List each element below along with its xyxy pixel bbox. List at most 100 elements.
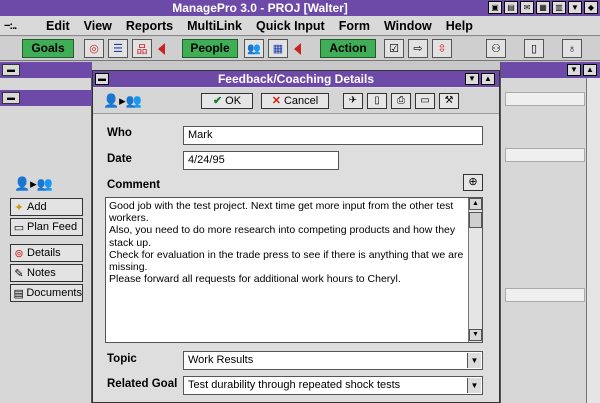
checklist-icon[interactable]: ☑ [384,39,404,58]
comment-line: Good job with the test project. Next tim… [109,200,454,212]
checkmark-icon: ✔ [212,95,223,107]
people-icon[interactable]: 👥 [244,39,264,58]
scroll-up-icon[interactable]: ▲ [469,198,482,210]
card-icon[interactable]: ▭ [415,93,435,109]
add-button[interactable]: ✦ Add [10,198,83,216]
background-field [505,288,585,302]
right-window-maximize-icon[interactable]: ▲ [583,64,597,76]
lightbulb-icon[interactable]: ♁ [562,39,582,58]
comment-line: stack up. [109,236,152,249]
scroll-down-icon[interactable]: ▼ [469,329,482,341]
person-alert-icon[interactable]: ⚇ [486,39,506,58]
menu-view[interactable]: View [84,19,112,33]
document-icon[interactable]: ▯ [367,93,387,109]
pin-icon[interactable]: ✈ [343,93,363,109]
comment-line: Please forward all requests for addition… [109,273,401,286]
comment-line: Check for evaluation in the trade press … [109,248,464,261]
ok-button-label: OK [225,95,242,107]
zoom-icon[interactable]: ⊕ [463,174,483,191]
left-window-control-icon[interactable]: ▬ [2,64,20,76]
tray-icon-3[interactable]: ✉ [520,1,534,14]
left-people-window: ▬ ▬ 👤▸👥 ✦ Add ▭ Plan Feed ⊚ Details ✎ No… [0,62,92,403]
date-label: Date [107,153,132,165]
comment-label: Comment [107,179,161,191]
goals-prev-arrow-icon[interactable] [158,43,165,55]
date-field[interactable]: 4/24/95 [183,151,339,170]
cancel-button[interactable]: ✕ Cancel [261,93,329,109]
dialog-minimize-icon[interactable]: ▼ [465,73,479,85]
scroll-thumb[interactable] [469,212,482,228]
menu-bar: −:.. Edit View Reports MultiLink Quick I… [0,16,600,36]
menu-edit[interactable]: Edit [46,19,70,33]
add-button-label: Add [27,201,47,213]
details-icon: ⊚ [14,247,24,260]
goals-group-button[interactable]: Goals [22,39,74,58]
tray-icon-5[interactable]: ▥ [552,1,566,14]
right-background-window: ▼ ▲ [500,62,600,403]
plan-feed-button[interactable]: ▭ Plan Feed [10,218,83,236]
tray-icon-4[interactable]: ▦ [536,1,550,14]
comment-scrollbar[interactable]: ▲ ▼ [468,198,482,342]
left-subwindow-control-icon[interactable]: ▬ [2,92,20,104]
plan-feed-icon: ▭ [13,221,25,234]
right-window-minimize-icon[interactable]: ▼ [567,64,581,76]
plan-feed-button-label: Plan Feed [27,221,78,233]
notes-button[interactable]: ✎ Notes [10,264,83,282]
target-icon[interactable]: ◎ [84,39,104,58]
dialog-toolbar: 👤▸👥 ✔ OK ✕ Cancel ✈ ▯ ⎙ ▭ ⚒ [93,88,499,114]
menu-multilink[interactable]: MultiLink [187,19,242,33]
save-icon[interactable]: ▯ [524,39,544,58]
hierarchy-icon[interactable]: 品 [132,39,152,58]
topic-dropdown-arrow-icon[interactable]: ▼ [467,353,481,368]
related-goal-label: Related Goal [107,378,178,390]
menu-reports[interactable]: Reports [126,19,173,33]
tools-icon[interactable]: ⚒ [439,93,459,109]
notes-button-label: Notes [27,267,56,279]
split-icon[interactable]: ⇳ [432,39,452,58]
right-window-scrollbar[interactable] [586,78,600,403]
menu-quick-input[interactable]: Quick Input [256,19,325,33]
restore-icon[interactable]: ◆ [584,1,598,14]
topic-dropdown[interactable]: Work Results ▼ [183,351,483,370]
people-link-icon: 👤▸👥 [103,93,142,108]
menu-form[interactable]: Form [339,19,370,33]
people-prev-arrow-icon[interactable] [294,43,301,55]
x-icon: ✕ [271,95,281,107]
topic-label: Topic [107,353,137,365]
forward-doc-icon[interactable]: ⇨ [408,39,428,58]
minimize-icon[interactable]: ▼ [568,1,582,14]
documents-button-label: Documents [26,287,82,299]
title-bar-icons: ▣ ▤ ✉ ▦ ▥ ▼ ◆ [488,1,598,14]
people-grid-icon[interactable]: ▦ [268,39,288,58]
list-icon[interactable]: ☰ [108,39,128,58]
related-goal-dropdown-arrow-icon[interactable]: ▼ [467,378,481,393]
right-window-title-bar: ▼ ▲ [501,62,600,78]
print-icon[interactable]: ⎙ [391,93,411,109]
details-button[interactable]: ⊚ Details [10,244,83,262]
notes-icon: ✎ [14,267,24,280]
action-group-button[interactable]: Action [320,39,376,58]
system-menu-icon[interactable]: −:.. [0,20,46,32]
documents-button[interactable]: ▤ Documents [10,284,83,302]
dialog-title: Feedback/Coaching Details [93,71,499,87]
tray-icon-2[interactable]: ▤ [504,1,518,14]
comment-textarea[interactable]: Good job with the test project. Next tim… [105,197,483,343]
left-window-sub-title-bar: ▬ [0,90,92,106]
menu-help[interactable]: Help [446,19,473,33]
background-field [505,148,585,162]
background-field [505,92,585,106]
dialog-control-menu-icon[interactable]: ▬ [95,73,109,85]
dialog-maximize-icon[interactable]: ▲ [481,73,495,85]
who-field[interactable]: Mark [183,126,483,145]
related-goal-value: Test durability through repeated shock t… [188,379,401,391]
menu-window[interactable]: Window [384,19,432,33]
app-title-bar: ManagePro 3.0 - PROJ [Walter] ▣ ▤ ✉ ▦ ▥ … [0,0,600,16]
related-goal-dropdown[interactable]: Test durability through repeated shock t… [183,376,483,395]
comment-line: workers. [109,212,149,225]
ok-button[interactable]: ✔ OK [201,93,253,109]
tray-icon-1[interactable]: ▣ [488,1,502,14]
left-window-title-bar: ▬ [0,62,92,78]
topic-value: Work Results [188,354,254,366]
comment-line: Also, you need to do more research into … [109,224,456,237]
people-group-button[interactable]: People [182,39,238,58]
